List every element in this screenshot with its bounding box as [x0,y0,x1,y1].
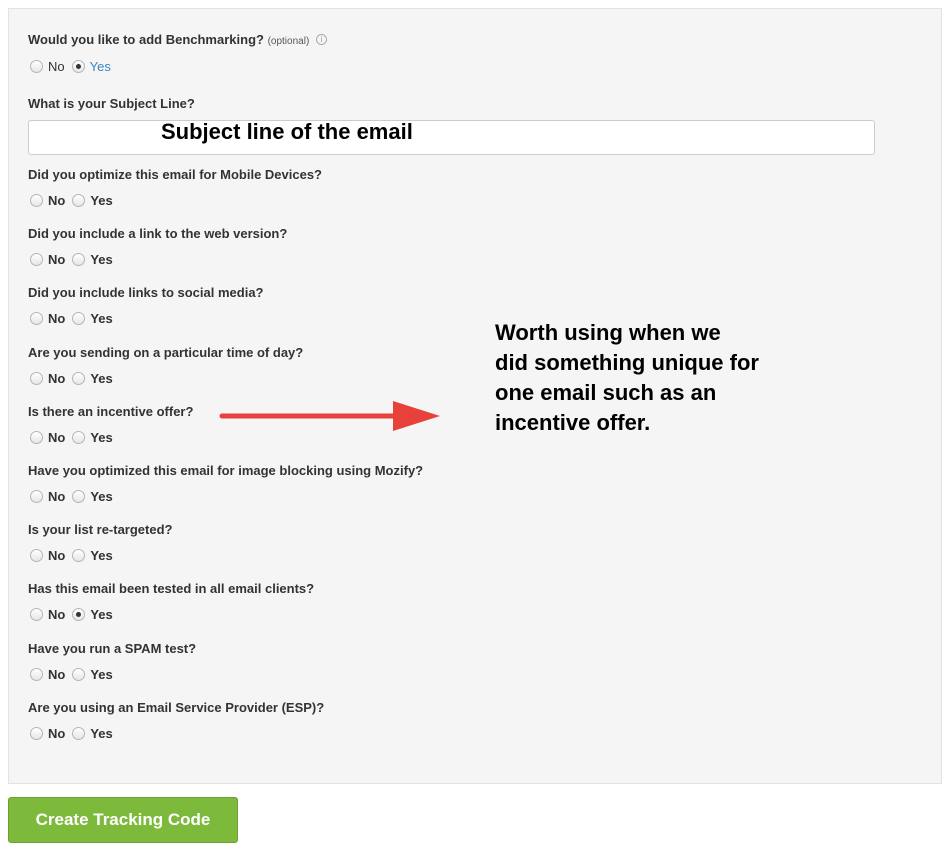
no-radio[interactable] [30,607,43,621]
question-options: No Yes [30,250,120,268]
no-radio[interactable] [30,430,43,444]
yes-radio[interactable] [72,667,86,681]
question-label: Are you using an Email Service Provider … [28,700,325,715]
yes-radio[interactable] [72,193,86,207]
no-label: No [48,192,66,208]
annotation-note-line: Worth using when we [495,320,721,345]
yes-label: Yes [90,370,113,386]
yes-label: Yes [90,547,113,563]
question-label: Are you sending on a particular time of … [28,345,304,360]
no-label: No [48,310,66,326]
no-label: No [48,666,66,682]
no-radio[interactable] [30,371,43,385]
yes-radio[interactable] [72,726,86,740]
annotation-note: Worth using when we did something unique… [495,318,825,438]
yes-radio[interactable] [72,311,86,325]
yes-label: Yes [90,310,113,326]
no-radio[interactable] [30,548,43,562]
subject-question: What is your Subject Line? [28,96,195,111]
no-radio[interactable] [30,311,43,325]
arrow-head [393,401,440,431]
question-label: Have you run a SPAM test? [28,641,197,656]
question-label: Did you include a link to the web versio… [28,226,288,241]
question-options: No Yes [30,724,120,742]
benchmark-question-label: Would you like to add Benchmarking? [28,32,264,47]
benchmark-no-label: No [48,58,65,74]
question-options: No Yes [30,309,120,327]
benchmark-yes-radio[interactable] [71,59,85,73]
question-label: Have you optimized this email for image … [28,463,424,478]
no-label: No [48,547,66,563]
question-label: Is there an incentive offer? [28,404,194,419]
benchmark-options: No Yes [30,57,118,75]
question-options: No Yes [30,191,120,209]
question-options: No Yes [30,665,120,683]
yes-label: Yes [90,666,113,682]
question-options: No Yes [30,369,120,387]
yes-label: Yes [90,251,113,267]
subject-line-input[interactable] [28,120,875,155]
annotation-note-line: incentive offer. [495,410,651,435]
no-radio[interactable] [30,489,43,503]
question-label: Has this email been tested in all email … [28,581,315,596]
annotation-note-line: did something unique for [495,350,759,375]
yes-radio[interactable] [72,607,86,621]
no-label: No [48,488,66,504]
question-options: No Yes [30,428,120,446]
yes-label: Yes [90,606,113,622]
yes-radio[interactable] [72,548,86,562]
question-options: No Yes [30,605,120,623]
no-label: No [48,725,66,741]
yes-radio[interactable] [72,489,86,503]
benchmark-question: Would you like to add Benchmarking? (opt… [28,32,327,47]
yes-label: Yes [90,192,113,208]
yes-label: Yes [90,429,113,445]
annotation-note-line: one email such as an [495,380,717,405]
optional-tag: (optional) [267,36,310,47]
no-label: No [48,370,66,386]
question-label: Did you optimize this email for Mobile D… [28,167,322,182]
yes-label: Yes [90,488,113,504]
benchmark-yes-label: Yes [89,58,111,74]
benchmark-no-radio[interactable] [30,59,43,73]
yes-radio[interactable] [72,252,86,266]
yes-radio[interactable] [72,371,86,385]
question-label: Did you include links to social media? [28,285,264,300]
no-radio[interactable] [30,667,43,681]
no-label: No [48,429,66,445]
subject-annotation: Subject line of the email [161,119,413,144]
yes-radio[interactable] [72,430,86,444]
arrow-icon [219,401,440,431]
no-label: No [48,606,66,622]
question-label: Is your list re-targeted? [28,522,173,537]
question-options: No Yes [30,546,120,564]
no-radio[interactable] [30,726,43,740]
no-label: No [48,251,66,267]
yes-label: Yes [90,725,113,741]
no-radio[interactable] [30,252,43,266]
info-icon[interactable]: i [315,34,327,45]
question-options: No Yes [30,487,120,505]
no-radio[interactable] [30,193,43,207]
create-tracking-code-button[interactable]: Create Tracking Code [8,797,238,843]
